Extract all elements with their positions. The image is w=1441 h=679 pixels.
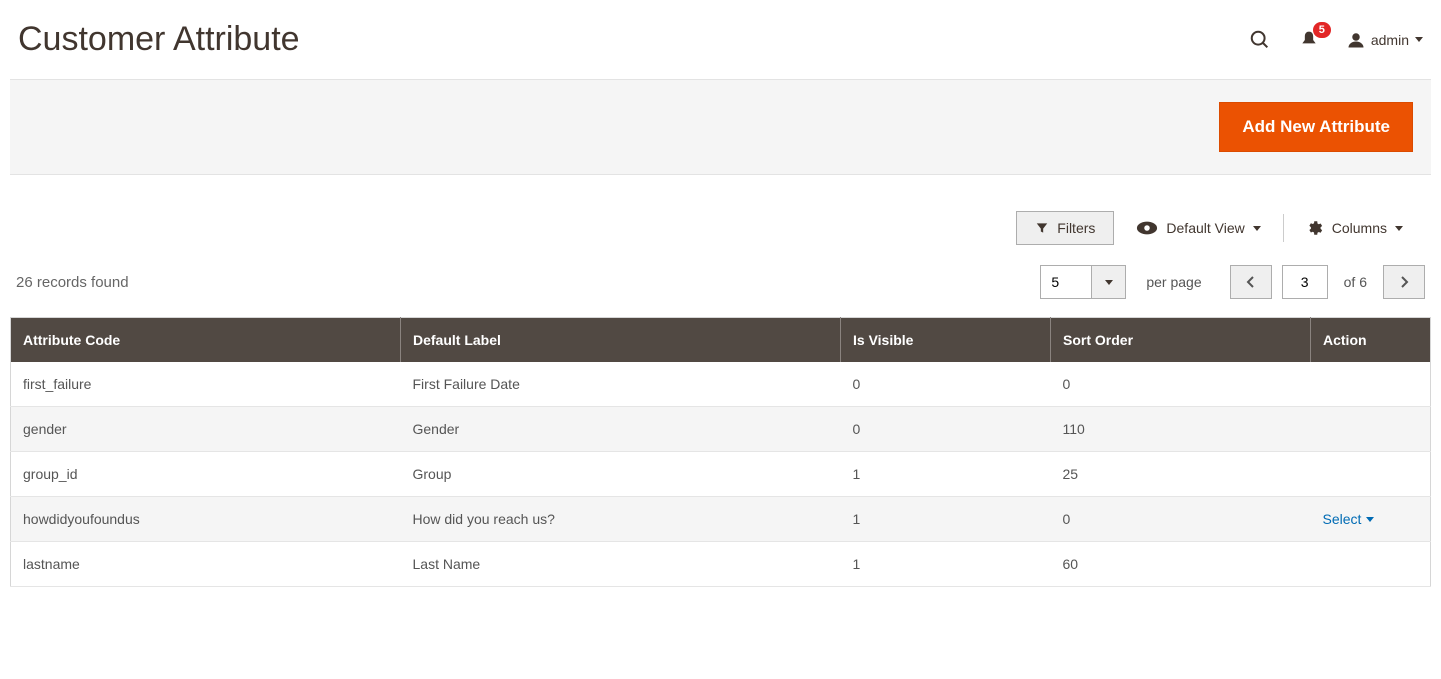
total-pages-label: of 6 [1344,274,1367,290]
col-header-label[interactable]: Default Label [401,318,841,363]
filters-button[interactable]: Filters [1016,211,1114,245]
cell-visible: 1 [841,497,1051,542]
chevron-down-icon [1395,226,1403,231]
cell-action: Select [1311,497,1431,542]
filters-label: Filters [1057,220,1095,236]
data-grid: Attribute Code Default Label Is Visible … [10,317,1431,587]
chevron-right-icon [1399,275,1409,289]
chevron-down-icon [1105,280,1113,285]
table-row[interactable]: genderGender0110 [11,407,1431,452]
page-header: Customer Attribute 5 admin [10,0,1431,69]
cell-code: howdidyoufoundus [11,497,401,542]
username-label: admin [1371,32,1409,48]
action-select-link[interactable]: Select [1323,511,1375,527]
gear-icon [1306,219,1324,237]
cell-sort: 60 [1051,542,1311,587]
cell-action [1311,452,1431,497]
cell-label: Last Name [401,542,841,587]
prev-page-button[interactable] [1230,265,1272,299]
cell-label: Gender [401,407,841,452]
cell-visible: 0 [841,362,1051,407]
chevron-down-icon [1366,517,1374,522]
records-found-label: 26 records found [16,274,129,291]
notification-badge: 5 [1313,22,1331,38]
chevron-down-icon [1253,226,1261,231]
cell-code: group_id [11,452,401,497]
notifications-icon[interactable]: 5 [1299,30,1319,50]
user-icon [1347,31,1365,49]
table-row[interactable]: lastnameLast Name160 [11,542,1431,587]
cell-label: How did you reach us? [401,497,841,542]
table-row[interactable]: howdidyoufoundusHow did you reach us?10S… [11,497,1431,542]
cell-code: lastname [11,542,401,587]
columns-label: Columns [1332,220,1387,236]
default-view-dropdown[interactable]: Default View [1114,220,1282,236]
cell-sort: 0 [1051,497,1311,542]
chevron-down-icon [1415,37,1423,42]
cell-visible: 1 [841,542,1051,587]
pagination: per page of 6 [1040,265,1425,299]
eye-icon [1136,221,1158,235]
per-page-label: per page [1146,274,1201,290]
chevron-left-icon [1246,275,1256,289]
col-header-sort[interactable]: Sort Order [1051,318,1311,363]
cell-action [1311,407,1431,452]
cell-sort: 110 [1051,407,1311,452]
action-bar: Add New Attribute [10,79,1431,175]
col-header-visible[interactable]: Is Visible [841,318,1051,363]
current-page-input[interactable] [1282,265,1328,299]
cell-visible: 0 [841,407,1051,452]
cell-visible: 1 [841,452,1051,497]
cell-label: First Failure Date [401,362,841,407]
table-row[interactable]: first_failureFirst Failure Date00 [11,362,1431,407]
records-row: 26 records found per page of 6 [10,257,1431,317]
user-menu[interactable]: admin [1347,31,1423,49]
search-icon[interactable] [1249,29,1271,51]
cell-action [1311,362,1431,407]
add-new-attribute-button[interactable]: Add New Attribute [1219,102,1413,152]
cell-code: gender [11,407,401,452]
grid-controls: Filters Default View Columns [10,175,1431,257]
table-row[interactable]: group_idGroup125 [11,452,1431,497]
columns-dropdown[interactable]: Columns [1284,219,1425,237]
page-title: Customer Attribute [18,20,300,59]
table-header-row: Attribute Code Default Label Is Visible … [11,318,1431,363]
per-page-select [1040,265,1126,299]
next-page-button[interactable] [1383,265,1425,299]
cell-action [1311,542,1431,587]
default-view-label: Default View [1166,220,1244,236]
per-page-dropdown[interactable] [1092,265,1126,299]
cell-sort: 25 [1051,452,1311,497]
cell-code: first_failure [11,362,401,407]
cell-label: Group [401,452,841,497]
col-header-action: Action [1311,318,1431,363]
col-header-code[interactable]: Attribute Code [11,318,401,363]
per-page-input[interactable] [1040,265,1092,299]
filter-icon [1035,221,1049,235]
cell-sort: 0 [1051,362,1311,407]
header-actions: 5 admin [1249,29,1423,51]
